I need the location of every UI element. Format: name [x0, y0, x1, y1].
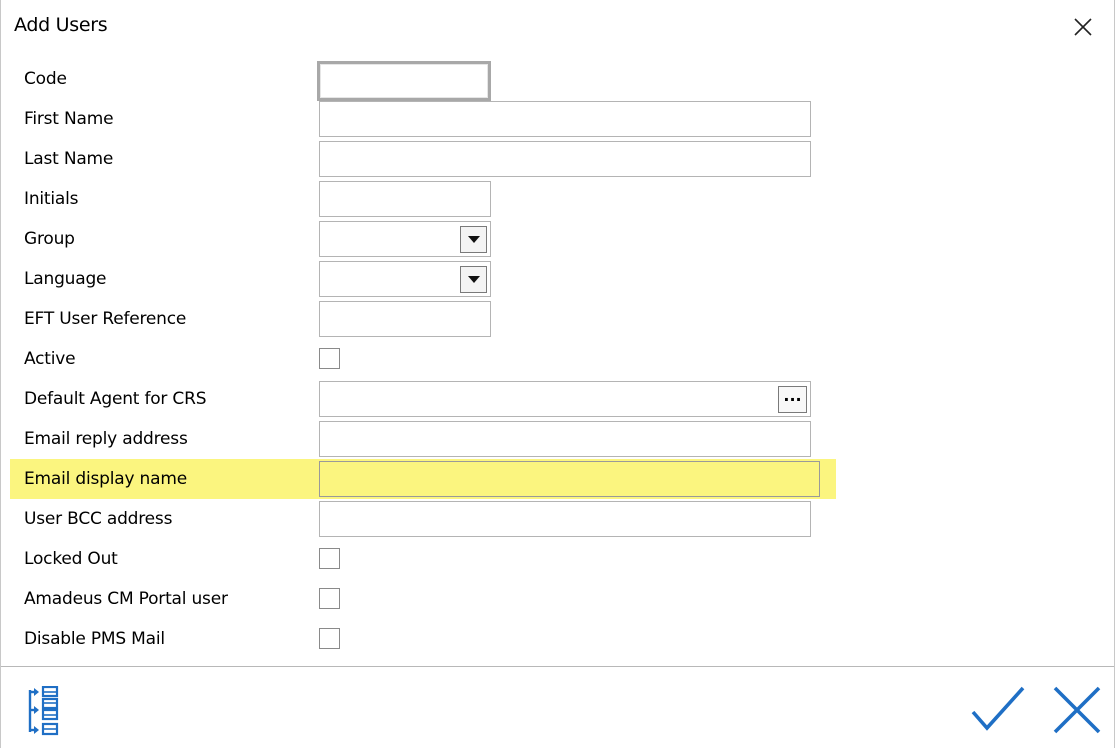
email-reply-address-label: Email reply address [24, 429, 188, 449]
active-checkbox[interactable] [319, 348, 340, 369]
group-row: Group [1, 219, 1114, 259]
close-icon [1074, 18, 1092, 36]
first-name-row: First Name [1, 99, 1114, 139]
user-form: Code First Name Last Name Initials Group [1, 56, 1114, 666]
language-select[interactable] [319, 261, 491, 297]
default-agent-row: Default Agent for CRS ... [1, 379, 1114, 419]
close-button[interactable] [1061, 10, 1105, 46]
initials-label: Initials [24, 189, 79, 209]
add-users-dialog: Add Users Code First Name Last Name Init… [0, 0, 1115, 748]
language-dropdown-button[interactable] [460, 266, 487, 293]
footer-divider [1, 666, 1114, 667]
dialog-title: Add Users [14, 14, 108, 36]
amadeus-cm-portal-user-label: Amadeus CM Portal user [24, 589, 228, 609]
locked-out-row: Locked Out [1, 539, 1114, 579]
checkmark-icon [971, 686, 1025, 731]
user-bcc-address-field[interactable] [319, 501, 811, 537]
default-agent-label: Default Agent for CRS [24, 389, 207, 409]
ok-button[interactable] [967, 682, 1031, 738]
chevron-down-icon [468, 236, 480, 243]
title-bar: Add Users [1, 0, 1114, 56]
tree-view-icon [28, 685, 59, 736]
eft-user-reference-row: EFT User Reference [1, 299, 1114, 339]
active-row: Active [1, 339, 1114, 379]
lookup-ellipsis-button[interactable]: ... [778, 386, 807, 413]
close-icon [1053, 686, 1101, 734]
last-name-field[interactable] [319, 141, 811, 177]
last-name-label: Last Name [24, 149, 114, 169]
amadeus-cm-portal-user-row: Amadeus CM Portal user [1, 579, 1114, 619]
language-label: Language [24, 269, 107, 289]
eft-user-reference-label: EFT User Reference [24, 309, 187, 329]
initials-row: Initials [1, 179, 1114, 219]
default-agent-lookup[interactable]: ... [319, 381, 811, 417]
disable-pms-mail-row: Disable PMS Mail [1, 619, 1114, 659]
code-label: Code [24, 69, 67, 89]
locked-out-checkbox[interactable] [319, 548, 340, 569]
first-name-label: First Name [24, 109, 114, 129]
group-label: Group [24, 229, 75, 249]
locked-out-label: Locked Out [24, 549, 118, 569]
email-display-name-label: Email display name [24, 469, 187, 489]
language-row: Language [1, 259, 1114, 299]
email-reply-address-field[interactable] [319, 421, 811, 457]
active-label: Active [24, 349, 76, 369]
disable-pms-mail-label: Disable PMS Mail [24, 629, 165, 649]
disable-pms-mail-checkbox[interactable] [319, 628, 340, 649]
initials-field[interactable] [319, 181, 491, 217]
cancel-button[interactable] [1047, 682, 1109, 738]
last-name-row: Last Name [1, 139, 1114, 179]
user-bcc-address-label: User BCC address [24, 509, 173, 529]
user-bcc-address-row: User BCC address [1, 499, 1114, 539]
tree-view-button[interactable] [23, 685, 75, 738]
chevron-down-icon [468, 276, 480, 283]
code-field[interactable] [317, 61, 491, 101]
amadeus-cm-portal-user-checkbox[interactable] [319, 588, 340, 609]
email-reply-address-row: Email reply address [1, 419, 1114, 459]
first-name-field[interactable] [319, 101, 811, 137]
eft-user-reference-field[interactable] [319, 301, 491, 337]
group-dropdown-button[interactable] [460, 226, 487, 253]
code-row: Code [1, 59, 1114, 101]
email-display-name-row: Email display name [10, 459, 836, 499]
group-select[interactable] [319, 221, 491, 257]
email-display-name-field[interactable] [319, 461, 820, 497]
